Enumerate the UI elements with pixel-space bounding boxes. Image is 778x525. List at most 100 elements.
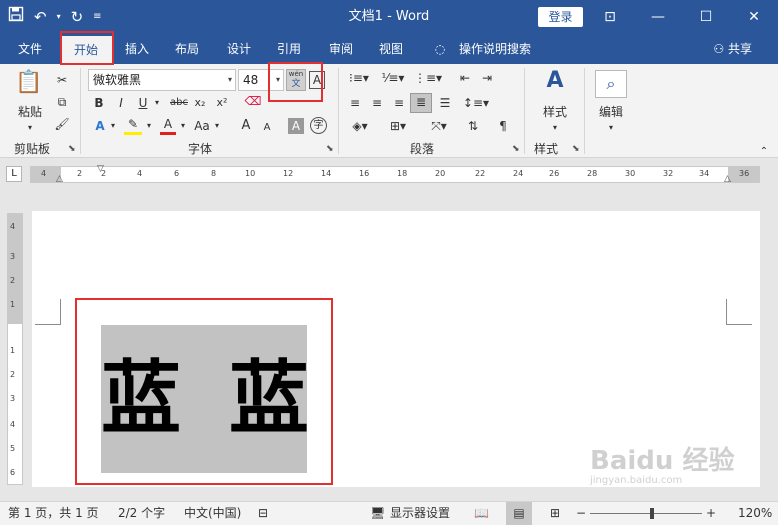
change-case-button[interactable]: Aa bbox=[192, 118, 212, 134]
editing-label[interactable]: 编辑 bbox=[592, 104, 630, 120]
right-indent-marker[interactable]: △ bbox=[724, 174, 731, 184]
tab-selector[interactable]: L bbox=[6, 166, 22, 182]
underline-button[interactable]: U bbox=[136, 95, 150, 111]
enclose-characters-button[interactable]: 字 bbox=[310, 117, 327, 134]
close-icon[interactable]: ✕ bbox=[730, 0, 778, 34]
read-mode-icon[interactable]: 📖 bbox=[474, 502, 489, 525]
zoom-in-button[interactable]: + bbox=[706, 502, 716, 525]
strikethrough-button[interactable]: abc bbox=[168, 95, 190, 111]
ruler-area: L 4 2 2 4 6 8 10 12 14 16 18 20 22 24 26… bbox=[0, 159, 778, 189]
chevron-down-icon[interactable]: ▾ bbox=[108, 118, 118, 134]
word-count[interactable]: 2/2 个字 bbox=[118, 502, 165, 525]
clipboard-launcher-icon[interactable]: ⬊ bbox=[68, 144, 76, 154]
styles-launcher-icon[interactable]: ⬊ bbox=[572, 144, 580, 154]
text-effects-button[interactable]: A bbox=[92, 118, 108, 134]
subscript-button[interactable]: x₂ bbox=[192, 95, 208, 111]
chevron-down-icon[interactable]: ▾ bbox=[546, 120, 564, 136]
cut-icon[interactable]: ✂ bbox=[54, 72, 70, 88]
grow-font-button[interactable]: A bbox=[238, 118, 254, 134]
page-count[interactable]: 第 1 页，共 1 页 bbox=[8, 502, 99, 525]
chevron-down-icon[interactable]: ▾ bbox=[20, 120, 40, 136]
collapse-ribbon-icon[interactable]: ⌃ bbox=[756, 144, 772, 160]
chinese-layout-icon[interactable]: ⤧▾ bbox=[424, 118, 454, 134]
tab-review[interactable]: 审阅 bbox=[320, 34, 362, 64]
distributed-icon[interactable]: ☰ bbox=[436, 95, 454, 111]
vruler-tick: 3 bbox=[10, 394, 16, 403]
justify-icon[interactable]: ≣ bbox=[410, 93, 432, 113]
styles-label[interactable]: 样式 bbox=[536, 104, 574, 120]
align-left-icon[interactable]: ≡ bbox=[346, 95, 364, 111]
tab-layout[interactable]: 布局 bbox=[166, 34, 208, 64]
decrease-indent-icon[interactable]: ⇤ bbox=[456, 70, 474, 86]
share-button[interactable]: ⚇ 共享 bbox=[713, 34, 752, 64]
display-settings[interactable]: 显示器设置 bbox=[390, 502, 450, 525]
bold-button[interactable]: B bbox=[92, 95, 106, 111]
character-shading-button[interactable]: A bbox=[288, 118, 304, 134]
chevron-down-icon[interactable]: ▾ bbox=[178, 118, 188, 134]
vruler-tick: 3 bbox=[10, 252, 16, 261]
chevron-down-icon[interactable]: ▾ bbox=[602, 120, 620, 136]
increase-indent-icon[interactable]: ⇥ bbox=[478, 70, 496, 86]
superscript-button[interactable]: x² bbox=[214, 95, 230, 111]
zoom-slider-thumb[interactable] bbox=[650, 508, 654, 519]
styles-icon[interactable]: A bbox=[540, 68, 570, 93]
zoom-level[interactable]: 120% bbox=[738, 502, 772, 525]
zoom-out-button[interactable]: − bbox=[576, 502, 586, 525]
ruler-tick: 30 bbox=[625, 169, 636, 178]
vruler-tick: 4 bbox=[10, 420, 16, 429]
highlight-color-icon[interactable]: ✎ bbox=[124, 116, 142, 135]
ribbon-display-icon[interactable]: ⊡ bbox=[586, 0, 634, 34]
horizontal-ruler[interactable]: 4 2 2 4 6 8 10 12 14 16 18 20 22 24 26 2… bbox=[30, 164, 760, 184]
display-settings-icon[interactable]: 🖥 bbox=[370, 502, 385, 525]
font-color-button[interactable]: A bbox=[160, 116, 176, 135]
numbering-icon[interactable]: ⅟≡▾ bbox=[380, 70, 406, 86]
shrink-font-button[interactable]: A bbox=[260, 120, 274, 136]
tab-insert[interactable]: 插入 bbox=[116, 34, 158, 64]
paragraph-launcher-icon[interactable]: ⬊ bbox=[512, 144, 520, 154]
first-line-indent-marker[interactable]: ▽ bbox=[97, 164, 104, 174]
chevron-down-icon[interactable]: ▾ bbox=[212, 118, 222, 134]
print-layout-icon[interactable]: ▤ bbox=[506, 502, 532, 525]
italic-button[interactable]: I bbox=[114, 95, 128, 111]
tab-view[interactable]: 视图 bbox=[370, 34, 412, 64]
copy-icon[interactable]: ⧉ bbox=[54, 94, 70, 110]
tell-me-search[interactable]: 操作说明搜索 bbox=[452, 34, 538, 64]
web-layout-icon[interactable]: ⊞ bbox=[550, 502, 560, 525]
align-center-icon[interactable]: ≡ bbox=[368, 95, 386, 111]
ruler-tick: 26 bbox=[549, 169, 560, 178]
login-button[interactable]: 登录 bbox=[538, 7, 583, 27]
vertical-ruler[interactable]: 4 3 2 1 1 2 3 4 5 6 bbox=[7, 213, 23, 485]
line-spacing-icon[interactable]: ↕≡▾ bbox=[462, 95, 490, 111]
tab-file[interactable]: 文件 bbox=[8, 34, 52, 64]
macro-icon[interactable]: ⊟ bbox=[258, 502, 268, 525]
chevron-down-icon[interactable]: ▾ bbox=[152, 95, 162, 111]
font-launcher-icon[interactable]: ⬊ bbox=[326, 144, 334, 154]
ruler-tick: 4 bbox=[41, 169, 47, 178]
ruler-tick: 22 bbox=[475, 169, 486, 178]
align-right-icon[interactable]: ≡ bbox=[390, 95, 408, 111]
language[interactable]: 中文(中国) bbox=[184, 502, 241, 525]
ruler-tick: 36 bbox=[739, 169, 750, 178]
tab-references[interactable]: 引用 bbox=[268, 34, 310, 64]
zoom-slider[interactable] bbox=[590, 513, 702, 514]
font-name-combobox[interactable]: 微软雅黑 ▾ bbox=[88, 69, 236, 91]
show-marks-icon[interactable]: ¶ bbox=[494, 118, 512, 134]
lightbulb-icon[interactable]: ◌ bbox=[430, 34, 450, 64]
paste-icon[interactable]: 📋 bbox=[14, 70, 44, 95]
multilevel-list-icon[interactable]: ⋮≡▾ bbox=[414, 70, 442, 86]
shading-icon[interactable]: ◈▾ bbox=[346, 118, 374, 134]
chevron-down-icon[interactable]: ▾ bbox=[144, 118, 154, 134]
hanging-indent-marker[interactable]: △ bbox=[56, 174, 63, 184]
maximize-icon[interactable]: ☐ bbox=[682, 0, 730, 34]
tab-design[interactable]: 设计 bbox=[218, 34, 260, 64]
borders-icon[interactable]: ⊞▾ bbox=[384, 118, 412, 134]
minimize-icon[interactable]: — bbox=[634, 0, 682, 34]
format-painter-icon[interactable]: 🖌 bbox=[54, 116, 70, 132]
bullets-icon[interactable]: ⁝≡▾ bbox=[346, 70, 372, 86]
sort-icon[interactable]: ⇅ bbox=[464, 118, 482, 134]
search-icon[interactable]: ⌕ bbox=[595, 70, 627, 98]
vruler-tick: 1 bbox=[10, 346, 16, 355]
paste-label[interactable]: 粘贴 bbox=[10, 104, 50, 120]
clear-formatting-icon[interactable]: ⌫ bbox=[244, 93, 262, 109]
font-group-label: 字体 bbox=[188, 142, 213, 156]
